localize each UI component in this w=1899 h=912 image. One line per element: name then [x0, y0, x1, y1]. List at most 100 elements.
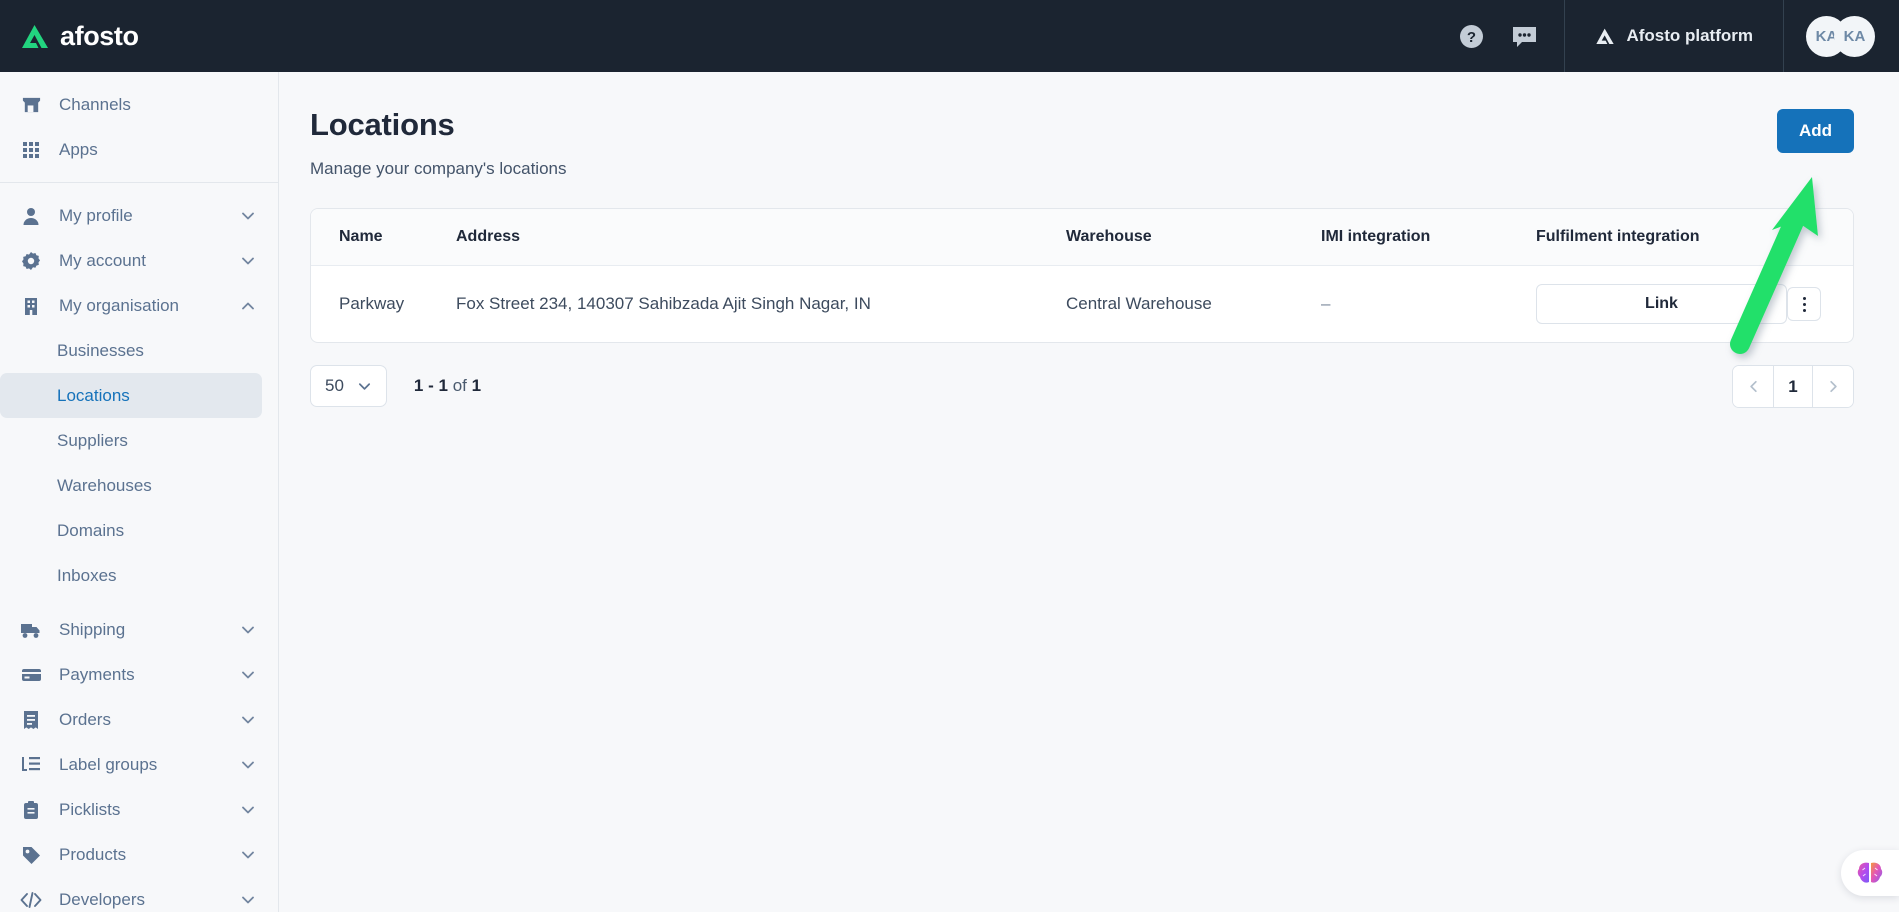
sidebar: Channels Apps My profile My account My o… [0, 72, 279, 912]
cell-warehouse: Central Warehouse [1066, 294, 1212, 313]
pagination-range: 1 - 1 [413, 376, 448, 395]
help-circle-icon[interactable]: ? [1458, 23, 1485, 50]
cell-actions [1787, 266, 1853, 343]
sidebar-divider [0, 182, 278, 183]
cell-name: Parkway [339, 294, 405, 313]
sidebar-group-label: My account [59, 250, 146, 270]
sidebar-item-label: Businesses [57, 340, 144, 360]
sidebar-group-shipping[interactable]: Shipping [0, 607, 278, 652]
sidebar-item-label: Locations [57, 385, 130, 405]
sidebar-group-my-organisation[interactable]: My organisation [0, 283, 278, 328]
chevron-down-icon [242, 716, 254, 723]
pagination-of: of [452, 376, 467, 395]
sidebar-item-businesses[interactable]: Businesses [0, 328, 262, 373]
ai-assistant-widget[interactable] [1841, 850, 1899, 896]
sidebar-item-locations[interactable]: Locations [0, 373, 262, 418]
app-logo[interactable]: afosto [0, 0, 279, 72]
page-number-button[interactable]: 1 [1773, 366, 1813, 407]
sidebar-group-label: Label groups [59, 754, 158, 774]
locations-table: Name Address Warehouse IMI integration F… [311, 209, 1853, 342]
sidebar-group-label: Shipping [59, 619, 126, 639]
sidebar-item-apps[interactable]: Apps [0, 127, 278, 172]
sidebar-item-domains[interactable]: Domains [0, 508, 262, 553]
sidebar-item-label: Suppliers [57, 430, 128, 450]
chevron-left-icon [1749, 380, 1757, 393]
sidebar-item-suppliers[interactable]: Suppliers [0, 418, 262, 463]
chevron-down-icon [242, 761, 254, 768]
kebab-dot [1802, 296, 1806, 300]
topbar-icon-group: ? [1458, 23, 1564, 50]
per-page-select[interactable]: 50 [310, 365, 387, 407]
column-header-fulfilment-integration[interactable]: Fulfilment integration [1536, 209, 1787, 266]
sidebar-group-my-profile[interactable]: My profile [0, 193, 278, 238]
sidebar-group-label-groups[interactable]: Label groups [0, 742, 278, 787]
page-header: Locations Manage your company's location… [310, 107, 1854, 179]
label-list-icon [20, 754, 42, 776]
sidebar-group-picklists[interactable]: Picklists [0, 787, 278, 832]
sidebar-group-label: Orders [59, 709, 111, 729]
clipboard-icon [20, 799, 42, 821]
truck-icon [20, 619, 42, 641]
column-header-name[interactable]: Name [311, 209, 456, 266]
platform-label: Afosto platform [1626, 26, 1753, 45]
sidebar-item-label: Warehouses [57, 475, 152, 495]
kebab-dot [1802, 302, 1806, 306]
column-header-imi-integration[interactable]: IMI integration [1321, 209, 1536, 266]
page-title: Locations [310, 107, 455, 142]
sidebar-group-products[interactable]: Products [0, 832, 278, 877]
chevron-down-icon [358, 382, 370, 390]
sidebar-item-label: Inboxes [57, 565, 117, 585]
avatar-group: KA KA [1784, 15, 1899, 57]
add-button[interactable]: Add [1776, 109, 1854, 153]
brain-icon [1857, 862, 1883, 883]
store-icon [20, 94, 42, 116]
prev-page-button[interactable] [1733, 366, 1773, 407]
chat-bubble-icon[interactable] [1511, 24, 1538, 49]
pagination-total: 1 [471, 376, 482, 395]
pagination-count: 1 - 1 of 1 [414, 376, 481, 396]
sidebar-group-my-account[interactable]: My account [0, 238, 278, 283]
pagination-nav: 1 [1732, 365, 1854, 408]
locations-table-card: Name Address Warehouse IMI integration F… [310, 208, 1854, 343]
svg-text:?: ? [1467, 29, 1476, 46]
column-header-warehouse[interactable]: Warehouse [1066, 209, 1321, 266]
kebab-menu-icon[interactable] [1787, 287, 1821, 321]
chevron-down-icon [242, 257, 254, 264]
chevron-down-icon [242, 806, 254, 813]
top-bar: afosto ? Afosto platform KA KA [0, 0, 1899, 72]
chevron-up-icon [242, 302, 254, 309]
pagination-bar: 50 1 - 1 of 1 1 [310, 365, 1854, 408]
link-button[interactable]: Link [1536, 284, 1787, 324]
building-icon [20, 295, 42, 317]
chevron-right-icon [1829, 380, 1837, 393]
sidebar-item-warehouses[interactable]: Warehouses [0, 463, 262, 508]
sidebar-item-inboxes[interactable]: Inboxes [0, 553, 262, 598]
avatar[interactable]: KA [1834, 15, 1875, 57]
table-header: Name Address Warehouse IMI integration F… [311, 209, 1853, 266]
sidebar-group-developers[interactable]: Developers [0, 877, 278, 912]
sidebar-group-label: My organisation [59, 295, 180, 315]
sidebar-group-orders[interactable]: Orders [0, 697, 278, 742]
platform-selector[interactable]: Afosto platform [1564, 0, 1784, 72]
chevron-down-icon [242, 851, 254, 858]
logo-text: afosto [60, 20, 139, 51]
sidebar-group-payments[interactable]: Payments [0, 652, 278, 697]
cell-imi-integration: – [1321, 294, 1331, 313]
code-icon [20, 889, 42, 911]
tag-icon [20, 844, 42, 866]
grid-icon [20, 139, 42, 161]
chevron-down-icon [242, 626, 254, 633]
next-page-button[interactable] [1813, 366, 1853, 407]
sidebar-group-label: Products [59, 844, 127, 864]
column-header-actions [1787, 209, 1853, 266]
sidebar-item-channels[interactable]: Channels [0, 82, 278, 127]
sidebar-group-label: Payments [59, 664, 135, 684]
chevron-down-icon [242, 896, 254, 903]
cell-fulfilment-integration: Link [1536, 266, 1787, 343]
page-subtitle: Manage your company's locations [310, 159, 567, 178]
column-header-address[interactable]: Address [456, 209, 1066, 266]
user-icon [20, 205, 42, 227]
table-row[interactable]: Parkway Fox Street 234, 140307 Sahibzada… [311, 266, 1853, 343]
credit-card-icon [20, 664, 42, 686]
